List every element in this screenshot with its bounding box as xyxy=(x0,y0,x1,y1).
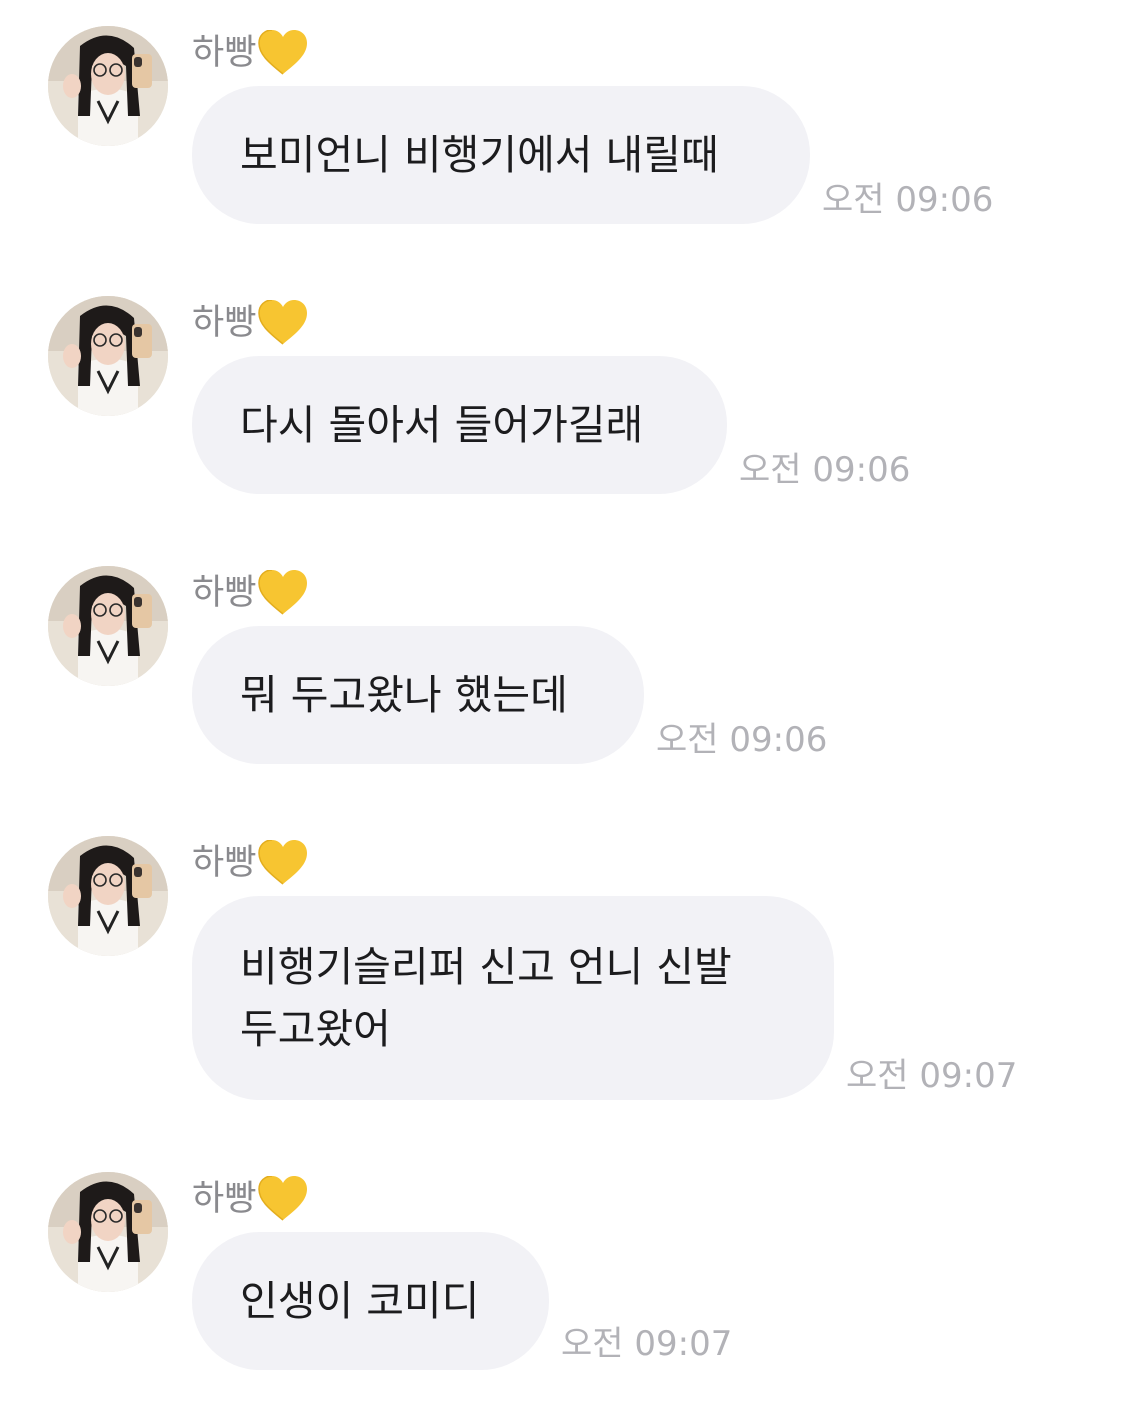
sender-name: 하빵 xyxy=(192,32,257,73)
message-text: 보미언니 비행기에서 내릴때 xyxy=(240,131,719,179)
avatar[interactable] xyxy=(48,26,168,146)
yellow-heart-icon xyxy=(258,839,308,886)
message-text: 인생이 코미디 xyxy=(240,1277,480,1325)
message-row: 하빵 비행기슬리퍼 신고 언니 신발 두고왔어 오전 09:07 xyxy=(0,836,1126,1106)
message-timestamp: 오전 09:07 xyxy=(846,1056,1018,1096)
message-bubble[interactable]: 인생이 코미디 xyxy=(192,1232,549,1370)
avatar[interactable] xyxy=(48,296,168,416)
yellow-heart-icon xyxy=(258,299,308,346)
message-row: 하빵 다시 돌아서 들어가길래 오전 09:06 xyxy=(0,296,1126,496)
yellow-heart-icon xyxy=(258,1175,308,1222)
avatar[interactable] xyxy=(48,1172,168,1292)
sender-label: 하빵 xyxy=(192,838,308,888)
sender-label: 하빵 xyxy=(192,1174,308,1224)
message-text: 다시 돌아서 들어가길래 xyxy=(240,401,644,449)
sender-label: 하빵 xyxy=(192,298,308,348)
avatar[interactable] xyxy=(48,836,168,956)
yellow-heart-icon xyxy=(258,29,308,76)
message-bubble[interactable]: 다시 돌아서 들어가길래 xyxy=(192,356,727,494)
sender-label: 하빵 xyxy=(192,568,308,618)
sender-name: 하빵 xyxy=(192,842,257,883)
message-row: 하빵 뭐 두고왔나 했는데 오전 09:06 xyxy=(0,566,1126,766)
sender-name: 하빵 xyxy=(192,302,257,343)
message-bubble[interactable]: 비행기슬리퍼 신고 언니 신발 두고왔어 xyxy=(192,896,834,1100)
avatar[interactable] xyxy=(48,566,168,686)
message-timestamp: 오전 09:07 xyxy=(561,1324,733,1364)
message-timestamp: 오전 09:06 xyxy=(656,720,828,760)
message-timestamp: 오전 09:06 xyxy=(739,450,911,490)
message-bubble[interactable]: 뭐 두고왔나 했는데 xyxy=(192,626,644,764)
message-row: 하빵 인생이 코미디 오전 09:07 xyxy=(0,1172,1126,1372)
yellow-heart-icon xyxy=(258,569,308,616)
sender-name: 하빵 xyxy=(192,1178,257,1219)
message-text-line: 두고왔어 xyxy=(240,1005,391,1053)
sender-name: 하빵 xyxy=(192,572,257,613)
message-text: 뭐 두고왔나 했는데 xyxy=(240,671,568,719)
sender-label: 하빵 xyxy=(192,28,308,78)
message-row: 하빵 보미언니 비행기에서 내릴때 오전 09:06 xyxy=(0,26,1126,226)
message-bubble[interactable]: 보미언니 비행기에서 내릴때 xyxy=(192,86,810,224)
message-text-line: 비행기슬리퍼 신고 언니 신발 xyxy=(240,943,732,991)
message-timestamp: 오전 09:06 xyxy=(822,180,994,220)
